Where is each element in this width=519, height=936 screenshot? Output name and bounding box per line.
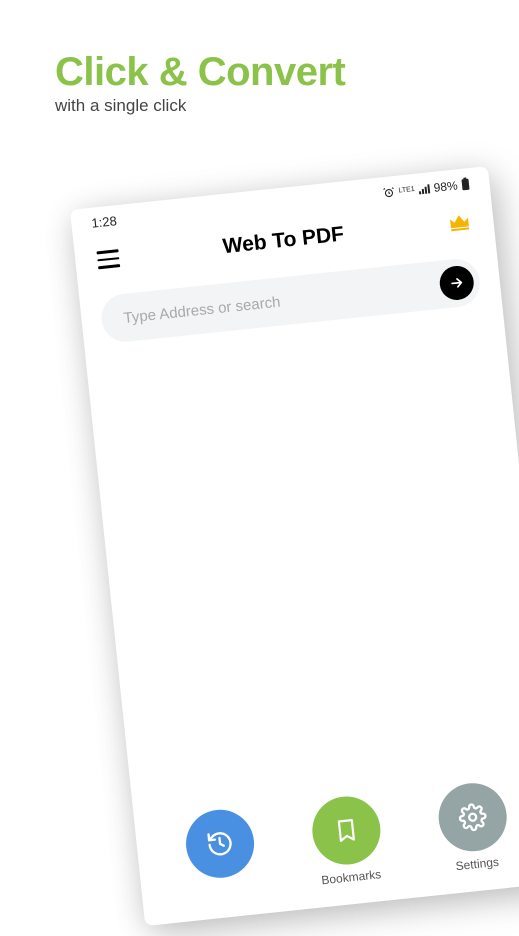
nav-item-bookmarks[interactable]: Bookmarks (309, 793, 386, 888)
go-button[interactable] (438, 264, 475, 301)
battery-icon (461, 177, 470, 191)
nav-item-history[interactable] (183, 806, 260, 901)
hamburger-menu-icon[interactable] (96, 249, 120, 269)
status-time: 1:28 (91, 213, 118, 231)
phone-screen: 1:28 LTE1 98% Web To PDF (70, 166, 519, 926)
signal-icon (418, 183, 430, 194)
nav-circle-settings (435, 780, 510, 855)
nav-item-settings[interactable]: Settings (435, 780, 512, 875)
crown-icon[interactable] (446, 209, 472, 235)
bookmark-icon (332, 816, 361, 845)
arrow-right-icon (448, 274, 466, 292)
bottom-navigation: Bookmarks Settings (134, 775, 519, 906)
nav-label-bookmarks: Bookmarks (321, 867, 382, 887)
nav-label-settings: Settings (455, 855, 500, 873)
hero-subtitle: with a single click (55, 96, 186, 116)
nav-circle-history (183, 806, 258, 881)
gear-icon (457, 802, 488, 833)
phone-mockup: 1:28 LTE1 98% Web To PDF (70, 166, 519, 926)
alarm-icon (382, 186, 395, 199)
history-icon (205, 828, 236, 859)
hero-title: Click & Convert (55, 50, 345, 95)
battery-percent: 98% (433, 178, 458, 194)
main-content (84, 302, 519, 724)
nav-circle-bookmarks (309, 793, 384, 868)
network-label: LTE1 (398, 186, 415, 195)
